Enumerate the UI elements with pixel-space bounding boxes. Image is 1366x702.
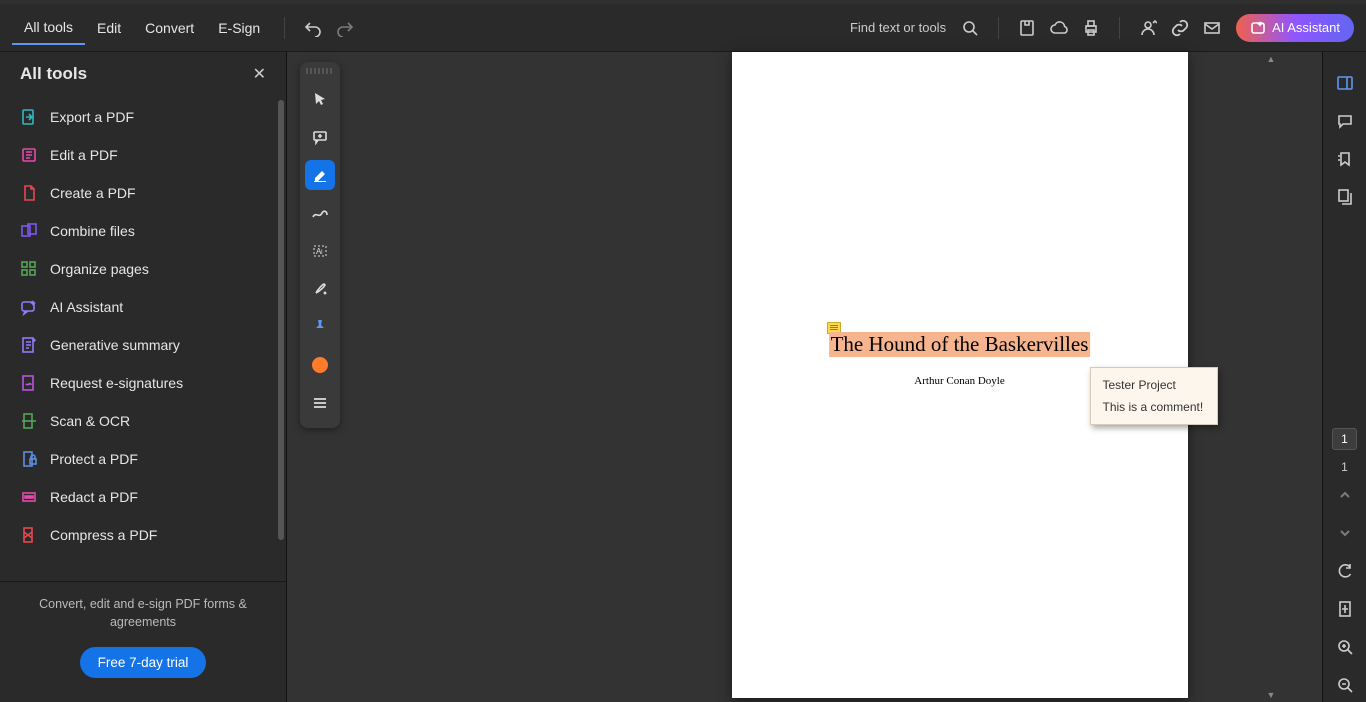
page-total: 1: [1341, 460, 1348, 474]
tool-edit[interactable]: Edit a PDF: [0, 136, 278, 174]
export-icon: [20, 108, 38, 126]
comment-body: This is a comment!: [1103, 400, 1205, 414]
more-tool[interactable]: [305, 388, 335, 418]
sidebar-title: All tools: [20, 64, 253, 84]
tab-esign[interactable]: E-Sign: [206, 12, 272, 44]
ai-icon: [20, 298, 38, 316]
quick-toolbar: AI: [300, 62, 340, 428]
summary-icon: [20, 336, 38, 354]
sign-icon: [20, 374, 38, 392]
tool-label: Export a PDF: [50, 109, 134, 125]
page-down-button[interactable]: [1328, 516, 1362, 550]
page-input[interactable]: 1: [1332, 428, 1357, 450]
sidebar: All tools ✕ Export a PDF Edit a PDF Create…: [0, 52, 287, 702]
scan-icon: [20, 412, 38, 430]
tab-all-tools[interactable]: All tools: [12, 11, 85, 45]
tool-ai[interactable]: AI Assistant: [0, 288, 278, 326]
color-swatch[interactable]: [305, 350, 335, 380]
tool-organize[interactable]: Organize pages: [0, 250, 278, 288]
pdf-page[interactable]: The Hound of the Baskervilles Arthur Con…: [732, 52, 1188, 698]
tool-scan[interactable]: Scan & OCR: [0, 402, 278, 440]
pin-tool[interactable]: [305, 312, 335, 342]
combine-icon: [20, 222, 38, 240]
document-author: Arthur Conan Doyle: [914, 375, 1004, 387]
organize-icon: [20, 260, 38, 278]
zoom-in-button[interactable]: [1328, 630, 1362, 664]
tool-label: Edit a PDF: [50, 147, 118, 163]
tool-combine[interactable]: Combine files: [0, 212, 278, 250]
toolbar-grip[interactable]: [306, 68, 334, 74]
document-title-highlighted[interactable]: The Hound of the Baskervilles: [829, 332, 1091, 357]
tool-label: AI Assistant: [50, 299, 123, 315]
rotate-button[interactable]: [1328, 554, 1362, 588]
redo-button[interactable]: [329, 12, 361, 44]
edit-icon: [20, 146, 38, 164]
share-people-icon[interactable]: [1132, 12, 1164, 44]
highlight-tool[interactable]: [305, 160, 335, 190]
ai-assistant-label: AI Assistant: [1272, 20, 1340, 35]
zoom-out-button[interactable]: [1328, 668, 1362, 702]
tool-label: Create a PDF: [50, 185, 136, 201]
cloud-icon[interactable]: [1043, 12, 1075, 44]
tool-label: Request e-signatures: [50, 375, 183, 391]
tool-protect[interactable]: Protect a PDF: [0, 440, 278, 478]
draw-tool[interactable]: [305, 198, 335, 228]
panel-toggle-icon[interactable]: [1328, 66, 1362, 100]
document-viewport: AI The Hound of the Baskervilles Arthur …: [287, 52, 1322, 702]
tool-label: Generative summary: [50, 337, 180, 353]
comment-author: Tester Project: [1103, 378, 1205, 392]
sidebar-footer-text: Convert, edit and e-sign PDF forms & agr…: [20, 596, 266, 631]
thumbnails-panel-icon[interactable]: [1328, 180, 1362, 214]
fit-page-button[interactable]: [1328, 592, 1362, 626]
viewport-scrollbar[interactable]: ▲ ▼: [1264, 52, 1278, 702]
bookmarks-panel-icon[interactable]: [1328, 142, 1362, 176]
tab-edit[interactable]: Edit: [85, 12, 133, 44]
tab-convert[interactable]: Convert: [133, 12, 206, 44]
comment-popup[interactable]: Tester Project This is a comment!: [1090, 367, 1218, 425]
mail-icon[interactable]: [1196, 12, 1228, 44]
undo-button[interactable]: [297, 12, 329, 44]
close-sidebar-button[interactable]: ✕: [253, 64, 266, 84]
tool-compress[interactable]: Compress a PDF: [0, 516, 278, 554]
create-icon: [20, 184, 38, 202]
erase-tool[interactable]: [305, 274, 335, 304]
tool-label: Scan & OCR: [50, 413, 130, 429]
right-panel-bar: 1 1: [1322, 52, 1366, 702]
tool-create[interactable]: Create a PDF: [0, 174, 278, 212]
tool-sign[interactable]: Request e-signatures: [0, 364, 278, 402]
save-file-icon[interactable]: [1011, 12, 1043, 44]
comments-panel-icon[interactable]: [1328, 104, 1362, 138]
tool-label: Organize pages: [50, 261, 149, 277]
sparkle-icon: [1250, 20, 1266, 36]
select-tool[interactable]: [305, 84, 335, 114]
link-icon[interactable]: [1164, 12, 1196, 44]
textbox-tool[interactable]: AI: [305, 236, 335, 266]
tool-summary[interactable]: Generative summary: [0, 326, 278, 364]
search-icon[interactable]: [954, 12, 986, 44]
protect-icon: [20, 450, 38, 468]
compress-icon: [20, 526, 38, 544]
tool-export[interactable]: Export a PDF: [0, 98, 278, 136]
print-icon[interactable]: [1075, 12, 1107, 44]
ai-assistant-button[interactable]: AI Assistant: [1236, 14, 1354, 42]
comment-tool[interactable]: [305, 122, 335, 152]
tool-label: Protect a PDF: [50, 451, 138, 467]
search-label: Find text or tools: [850, 20, 946, 35]
tool-label: Redact a PDF: [50, 489, 138, 505]
sidebar-scrollbar[interactable]: [278, 96, 284, 581]
page-up-button[interactable]: [1328, 478, 1362, 512]
topbar: All tools Edit Convert E-Sign Find text …: [0, 4, 1366, 52]
redact-icon: [20, 488, 38, 506]
tool-label: Compress a PDF: [50, 527, 157, 543]
tool-label: Combine files: [50, 223, 135, 239]
free-trial-button[interactable]: Free 7-day trial: [80, 647, 207, 678]
svg-text:I: I: [321, 250, 323, 256]
tool-redact[interactable]: Redact a PDF: [0, 478, 278, 516]
